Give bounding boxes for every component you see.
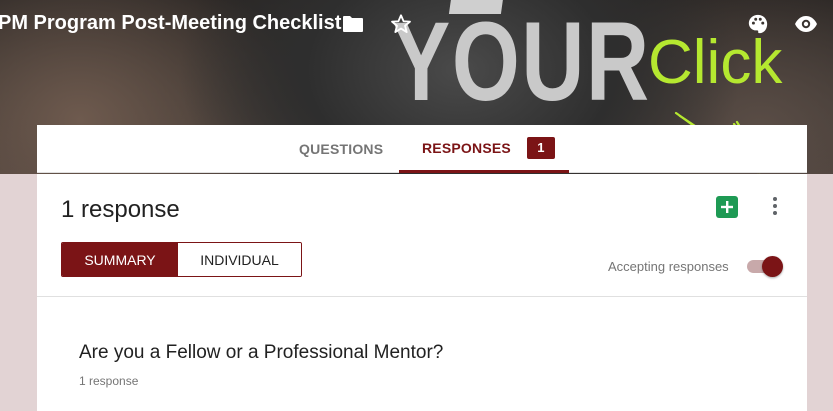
banner-background-text: YOUR	[392, 0, 651, 124]
tab-questions-label: QUESTIONS	[299, 141, 384, 157]
folder-icon[interactable]	[341, 12, 365, 36]
sheets-icon[interactable]	[716, 196, 738, 218]
eye-icon[interactable]	[794, 12, 818, 36]
individual-button[interactable]: INDIVIDUAL	[178, 243, 301, 276]
responses-count-badge: 1	[526, 136, 555, 159]
tab-bar: QUESTIONS RESPONSES 1	[37, 125, 807, 173]
summary-button[interactable]: SUMMARY	[62, 243, 178, 276]
click-annotation: Click	[648, 28, 783, 97]
view-toggle: SUMMARY INDIVIDUAL	[61, 242, 302, 277]
responses-card: 1 response SUMMARY INDIVIDUAL Accepting …	[37, 174, 807, 411]
tab-questions[interactable]: QUESTIONS	[299, 125, 383, 173]
toggle-knob	[762, 256, 783, 277]
accepting-responses-toggle[interactable]	[745, 256, 783, 277]
star-icon[interactable]	[389, 12, 413, 36]
more-vert-icon[interactable]	[763, 194, 787, 218]
accepting-responses-label: Accepting responses	[608, 259, 729, 274]
tab-responses-label: RESPONSES	[422, 139, 511, 156]
form-title: PM Program Post-Meeting Checklist	[0, 12, 342, 34]
response-count-heading: 1 response	[61, 196, 180, 223]
tab-responses[interactable]: RESPONSES 1	[399, 125, 569, 173]
question-response-count: 1 response	[79, 374, 139, 388]
divider	[37, 296, 807, 297]
question-title: Are you a Fellow or a Professional Mento…	[79, 342, 444, 363]
